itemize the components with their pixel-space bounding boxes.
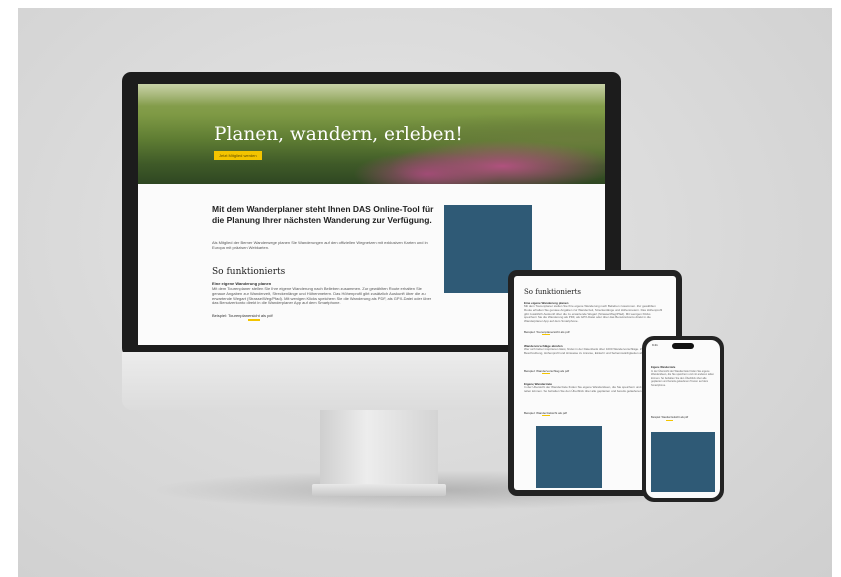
how-it-works-text: Mit dem Tourenplaner stellen Sie Ihre ei… xyxy=(212,286,432,306)
phone-section-heading: Eigene Wanderziele xyxy=(651,366,676,369)
media-placeholder xyxy=(536,426,602,488)
phone-device: 9:41 Eigene Wanderziele In der Übersicht… xyxy=(642,336,724,502)
link-underline xyxy=(248,319,260,321)
link-underline xyxy=(542,334,550,335)
mockup-stage: Planen, wandern, erleben! Jetzt Mitglied… xyxy=(0,0,841,577)
link-underline xyxy=(542,415,550,416)
imac-stand-neck xyxy=(320,410,438,488)
phone-example-link[interactable]: Beispiel: Wanderzielsicht als pdf xyxy=(651,416,688,419)
intro-title: Mit dem Wanderplaner steht Ihnen DAS Onl… xyxy=(212,204,434,225)
tablet-title: So funktionierts xyxy=(524,288,581,296)
link-underline xyxy=(542,373,550,374)
phone-section-text: In der Übersicht der Wanderziele finden … xyxy=(651,370,715,387)
link-underline xyxy=(666,420,673,421)
tablet-section-text: Mit dem Tourenplaner stellen Sie Ihre ei… xyxy=(524,304,663,324)
phone-notch xyxy=(672,343,694,349)
phone-screen: 9:41 Eigene Wanderziele In der Übersicht… xyxy=(646,340,720,498)
hero-title: Planen, wandern, erleben! xyxy=(214,124,463,145)
hero-image: Planen, wandern, erleben! Jetzt Mitglied… xyxy=(138,84,605,184)
how-it-works-title: So funktionierts xyxy=(212,267,286,277)
intro-text: Als Mitglied der Berner Wanderwege plane… xyxy=(212,240,428,250)
media-placeholder xyxy=(651,432,715,492)
imac-stand-foot xyxy=(312,484,446,496)
become-member-button[interactable]: Jetzt Mitglied werden xyxy=(214,151,262,160)
hero-haze xyxy=(138,84,605,106)
example-pdf-link[interactable]: Beispiel: Tourenplanersicht als pdf xyxy=(212,313,273,318)
status-time: 9:41 xyxy=(652,343,658,347)
